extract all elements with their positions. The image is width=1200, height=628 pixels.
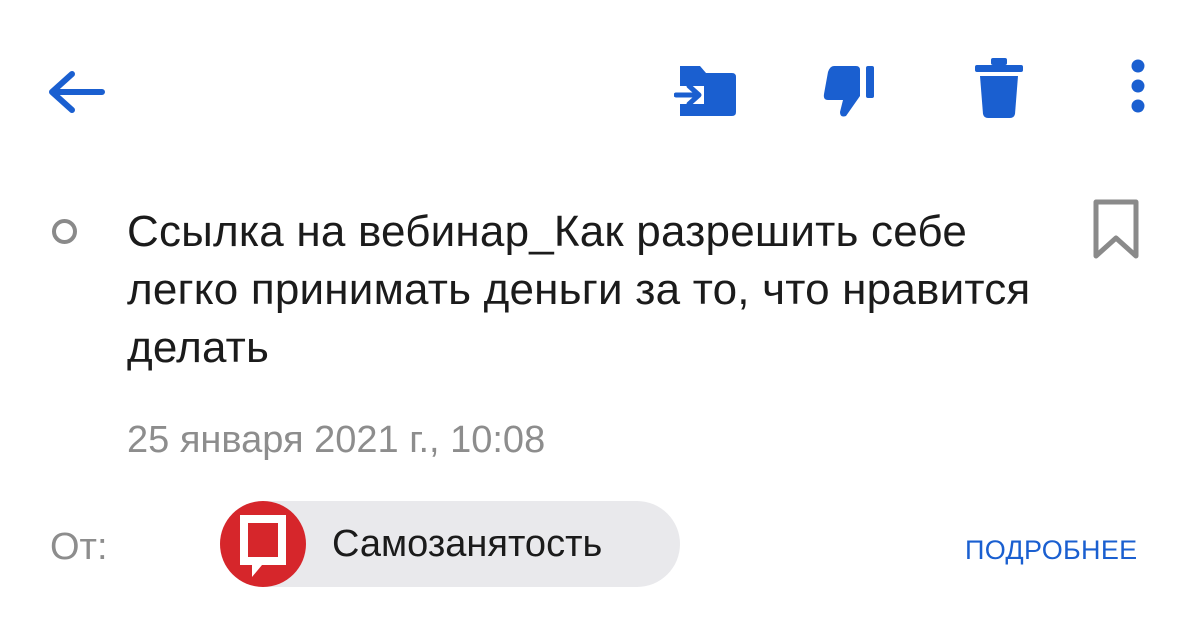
back-arrow-icon	[49, 71, 105, 113]
read-status-indicator[interactable]	[52, 219, 77, 244]
more-vertical-icon	[1131, 59, 1145, 113]
message-toolbar	[0, 0, 1200, 180]
sender-chip[interactable]: Самозанятость	[220, 501, 680, 587]
delete-button[interactable]	[970, 56, 1028, 120]
details-link[interactable]: ПОДРОБНЕЕ	[965, 534, 1137, 566]
back-button[interactable]	[44, 66, 106, 118]
more-options-button[interactable]	[1124, 58, 1152, 118]
spam-button[interactable]	[820, 62, 880, 120]
from-label: От:	[50, 526, 108, 568]
sender-avatar	[220, 501, 306, 587]
message-subject: Ссылка на вебинар_Как разрешить себе лег…	[127, 207, 1031, 372]
message-date: 25 января 2021 г., 10:08	[127, 419, 546, 461]
speech-bubble-logo-icon	[240, 515, 286, 577]
trash-icon	[975, 58, 1023, 118]
move-to-folder-icon	[674, 66, 736, 116]
bookmark-icon	[1093, 199, 1139, 259]
spam-thumb-down-icon	[823, 66, 874, 117]
bookmark-button[interactable]	[1091, 198, 1141, 265]
move-to-folder-button[interactable]	[674, 62, 740, 120]
sender-name: Самозанятость	[332, 523, 603, 565]
